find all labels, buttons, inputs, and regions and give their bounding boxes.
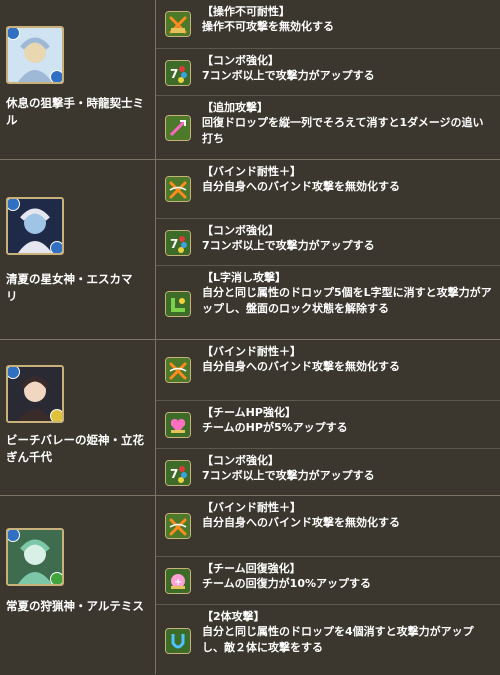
team-rcv-icon[interactable]: + <box>165 568 191 594</box>
awakening-item: 【バインド耐性＋】自分自身へのバインド攻撃を無効化する <box>156 340 500 400</box>
seven-combo-icon[interactable]: 7 <box>165 460 191 486</box>
awakening-title: 【コンボ強化】 <box>202 454 279 467</box>
awakening-item: 7 【コンボ強化】 7コンボ以上で攻撃力がアップする <box>156 218 500 265</box>
character-portrait[interactable] <box>6 197 64 255</box>
awakening-title: 【バインド耐性＋】 <box>202 345 301 358</box>
water-attribute-icon <box>8 530 20 542</box>
awakening-item: 7 【コンボ強化】 7コンボ以上で攻撃力がアップする <box>156 48 500 95</box>
awakening-title: 【追加攻撃】 <box>202 101 268 114</box>
awakening-item: 【追加攻撃】回復ドロップを縦一列でそろえて消すと1ダメージの追い打ち <box>156 95 500 159</box>
bind-resist-plus-icon[interactable] <box>165 513 191 539</box>
seven-combo-icon[interactable]: 7 <box>165 60 191 86</box>
character-name: ビーチバレーの姫神・立花ぎん千代 <box>6 433 144 464</box>
additional-attack-icon[interactable] <box>165 115 191 141</box>
character-cell: 清夏の星女神・エスカマリ <box>0 160 156 339</box>
character-name: 休息の狙撃手・時龍契士ミル <box>6 96 144 127</box>
svg-text:7: 7 <box>170 467 178 481</box>
awakening-description: 自分自身へのバインド攻撃を無効化する <box>202 180 400 193</box>
awakening-description: 自分と同じ属性のドロップ5個をL字型に消すと攻撃力がアップし、盤面のロック状態を… <box>202 286 492 315</box>
wood-sub-attribute-icon <box>50 572 62 584</box>
water-attribute-icon <box>8 199 20 211</box>
awakening-title: 【チーム回復強化】 <box>202 562 301 575</box>
character-cell: ビーチバレーの姫神・立花ぎん千代 <box>0 340 156 495</box>
awakening-table: 休息の狙撃手・時龍契士ミル 【操作不可耐性】操作不可攻撃を無効化する 7 【コンボ強化… <box>0 0 500 674</box>
awakening-title: 【バインド耐性＋】 <box>202 501 301 514</box>
awakening-item: 【L字消し攻撃】自分と同じ属性のドロップ5個をL字型に消すと攻撃力がアップし、盤… <box>156 265 500 340</box>
svg-text:7: 7 <box>170 237 178 251</box>
two-pronged-icon[interactable] <box>165 628 191 654</box>
awakening-item: + 【チーム回復強化】チームの回復力が10%アップする <box>156 556 500 604</box>
bind-resist-plus-icon[interactable] <box>165 176 191 202</box>
l-shape-icon[interactable] <box>165 291 191 317</box>
team-hp-icon[interactable] <box>165 412 191 438</box>
character-row: 休息の狙撃手・時龍契士ミル 【操作不可耐性】操作不可攻撃を無効化する 7 【コンボ強化… <box>0 0 500 159</box>
awakening-item: 【バインド耐性＋】自分自身へのバインド攻撃を無効化する <box>156 160 500 218</box>
character-portrait[interactable] <box>6 528 64 586</box>
water-sub-attribute-icon <box>50 70 62 82</box>
awakening-description: 操作不可攻撃を無効化する <box>202 20 334 33</box>
awakening-item: 【バインド耐性＋】自分自身へのバインド攻撃を無効化する <box>156 496 500 556</box>
water-attribute-icon <box>8 28 20 40</box>
awakening-description: 7コンボ以上で攻撃力がアップする <box>202 239 375 252</box>
water-attribute-icon <box>8 367 20 379</box>
character-name: 清夏の星女神・エスカマリ <box>6 272 133 303</box>
awakening-item: 7 【コンボ強化】 7コンボ以上で攻撃力がアップする <box>156 448 500 496</box>
svg-text:7: 7 <box>170 67 178 81</box>
character-portrait[interactable] <box>6 26 64 84</box>
skill-lock-resist-icon[interactable] <box>165 11 191 37</box>
awakening-title: 【操作不可耐性】 <box>202 5 290 18</box>
awakening-description: 自分自身へのバインド攻撃を無効化する <box>202 360 400 373</box>
awakening-title: 【コンボ強化】 <box>202 54 279 67</box>
awakening-description: 自分と同じ属性のドロップを4個消すと攻撃力がアップし、敵２体に攻撃をする <box>202 625 474 654</box>
awakening-description: チームのHPが5%アップする <box>202 421 348 434</box>
character-cell: 常夏の狩猟神・アルテミス <box>0 496 156 674</box>
character-name: 常夏の狩猟神・アルテミス <box>6 599 144 613</box>
awakening-description: 7コンボ以上で攻撃力がアップする <box>202 469 375 482</box>
awakening-title: 【バインド耐性＋】 <box>202 165 301 178</box>
seven-combo-icon[interactable]: 7 <box>165 230 191 256</box>
awakening-item: 【2体攻撃】自分と同じ属性のドロップを4個消すと攻撃力がアップし、敵２体に攻撃を… <box>156 604 500 675</box>
bind-resist-plus-icon[interactable] <box>165 357 191 383</box>
awakening-title: 【2体攻撃】 <box>202 610 265 623</box>
awakening-description: 回復ドロップを縦一列でそろえて消すと1ダメージの追い打ち <box>202 116 484 145</box>
character-cell: 休息の狙撃手・時龍契士ミル <box>0 0 156 159</box>
awakening-description: 自分自身へのバインド攻撃を無効化する <box>202 516 400 529</box>
awakening-title: 【チームHP強化】 <box>202 406 296 419</box>
character-row: 常夏の狩猟神・アルテミス 【バインド耐性＋】 自分自身へのバインド攻撃を無効化する +… <box>0 495 500 674</box>
awakening-title: 【L字消し攻撃】 <box>202 271 287 284</box>
character-row: 清夏の星女神・エスカマリ 【バインド耐性＋】 自分自身へのバインド攻撃を無効化する 7… <box>0 159 500 339</box>
character-row: ビーチバレーの姫神・立花ぎん千代 【バインド耐性＋】自分自身へのバインド攻撃を無効… <box>0 339 500 495</box>
character-portrait[interactable] <box>6 365 64 423</box>
water-sub-attribute-icon <box>50 241 62 253</box>
awakening-description: 7コンボ以上で攻撃力がアップする <box>202 69 375 82</box>
awakening-title: 【コンボ強化】 <box>202 224 279 237</box>
awakening-item: 【チームHP強化】チームのHPが5%アップする <box>156 400 500 448</box>
light-sub-attribute-icon <box>50 409 62 421</box>
awakening-item: 【操作不可耐性】操作不可攻撃を無効化する <box>156 0 500 48</box>
awakening-description: チームの回復力が10%アップする <box>202 577 371 590</box>
